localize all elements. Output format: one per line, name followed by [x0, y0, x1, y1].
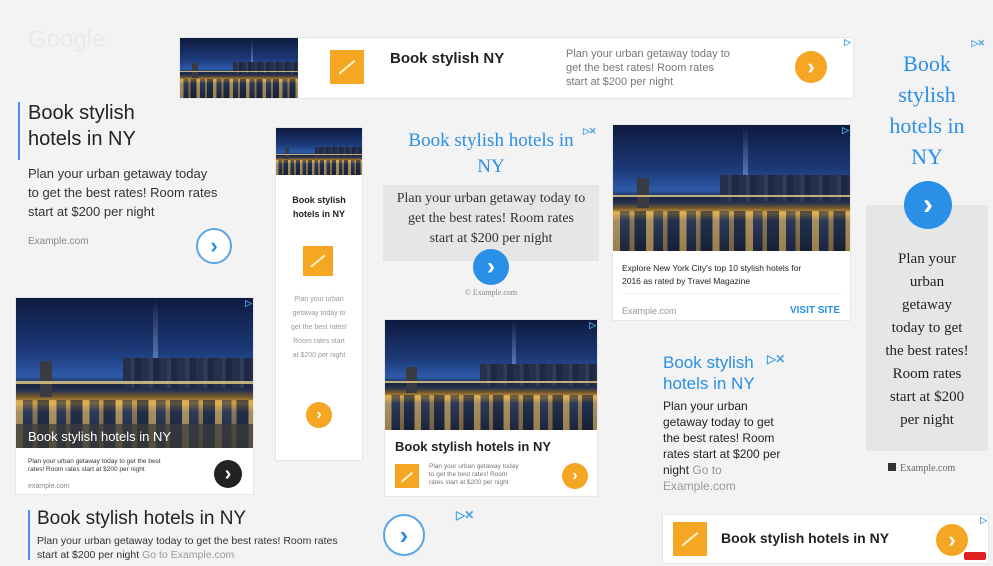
brand-logo-icon: [303, 246, 333, 276]
center-serif-ad[interactable]: Book stylish hotels in NY ▷✕ Plan your ur…: [383, 124, 599, 304]
center-image-ad[interactable]: ▷ Book stylish hotels in NY Plan your ur…: [385, 320, 597, 496]
hotel-photo: [276, 128, 362, 175]
ad-headline[interactable]: Book stylish hotels in NY: [28, 100, 136, 152]
hotel-photo: [180, 38, 298, 98]
ad-headline[interactable]: Book stylish hotels in NY: [395, 439, 551, 454]
adchoices-icon[interactable]: ▷: [589, 320, 596, 331]
ad-headline[interactable]: Book stylish hotels in NY: [383, 128, 599, 180]
divider: [622, 293, 841, 294]
visit-site-link[interactable]: VISIT SITE: [790, 305, 840, 316]
arrow-button[interactable]: ›: [196, 228, 232, 264]
brand-logo-icon: [395, 464, 419, 488]
hotel-photo: [613, 125, 850, 251]
bottom-text-banner[interactable]: Book stylish hotels in NY Plan your urba…: [28, 506, 474, 564]
narrow-skyscraper-ad[interactable]: Book stylish hotels in NY Plan your urban…: [276, 128, 362, 460]
ad-domain[interactable]: Example.com: [28, 236, 89, 247]
ad-headline[interactable]: Book stylish hotels in NY: [37, 508, 246, 530]
top-banner-ad[interactable]: Book stylish NY Plan your urban getaway …: [180, 38, 853, 98]
brand-logo-icon: [673, 522, 707, 556]
ad-body: Plan your urban getaway today to get the bes…: [885, 251, 969, 428]
accent-bar: [18, 102, 20, 160]
brand-logo-icon: [330, 50, 364, 84]
ad-body: Plan your urban getaway today to get the …: [566, 48, 730, 88]
ad-body: Plan your urban getaway today to get the …: [28, 166, 218, 219]
ad-headline[interactable]: Book stylish hotels in NY: [663, 352, 755, 394]
arrow-button[interactable]: ›: [214, 460, 242, 488]
arrow-button[interactable]: ›: [795, 51, 827, 83]
ad-body: Plan your urban getaway today to get the…: [28, 458, 161, 473]
adchoices-icon[interactable]: ▷: [245, 298, 252, 309]
adchoices-icon[interactable]: ▷✕: [767, 352, 785, 366]
accent-bar: [28, 510, 30, 560]
ad-domain[interactable]: example.com: [28, 483, 70, 490]
adchoices-icon[interactable]: ▷✕: [456, 508, 474, 522]
adchoices-icon[interactable]: ▷✕: [583, 126, 597, 137]
ad-domain[interactable]: © Example.com: [383, 288, 599, 297]
left-image-ad[interactable]: ▷ Book stylish hotels in NY Plan your ur…: [16, 298, 253, 494]
ad-body: Plan your urban getaway today to get the …: [429, 463, 519, 486]
arrow-button[interactable]: ›: [383, 514, 425, 556]
tall-serif-ad[interactable]: ▷✕ Book stylish hotels in NY › Plan your urb…: [866, 38, 988, 490]
adchoices-icon[interactable]: ▷: [844, 38, 851, 48]
ad-body: Plan your urban getaway today to get the…: [37, 535, 338, 561]
adchoices-icon[interactable]: ▷: [980, 515, 987, 526]
ad-description: Explore New York City's top 10 stylish h…: [622, 263, 802, 286]
arrow-button[interactable]: ›: [904, 181, 952, 229]
ad-headline[interactable]: Book stylish NY: [390, 50, 540, 68]
arrow-button[interactable]: ›: [306, 402, 332, 428]
ad-body: Plan your urban getaway today to get the b…: [290, 296, 348, 359]
ad-domain[interactable]: Example.com: [663, 478, 833, 494]
ad-domain[interactable]: Example.com: [622, 306, 677, 316]
arrow-button[interactable]: ›: [936, 524, 968, 556]
video-record-icon: [964, 552, 986, 560]
adchoices-icon[interactable]: ▷: [842, 125, 849, 136]
bottom-right-banner-ad[interactable]: Book stylish hotels in NY › ▷: [663, 515, 988, 563]
left-text-ad[interactable]: Book stylish hotels in NY Plan your urban…: [18, 100, 258, 270]
ad-domain[interactable]: Example.com: [888, 463, 955, 474]
ad-headline[interactable]: Book stylish hotels in NY: [721, 530, 889, 546]
ad-headline[interactable]: Book stylish hotels in NY: [276, 193, 362, 221]
favicon-icon: [888, 463, 896, 471]
arrow-button[interactable]: ›: [562, 463, 588, 489]
ad-headline[interactable]: Book stylish hotels in NY: [866, 48, 988, 172]
right-text-ad[interactable]: Book stylish hotels in NY ▷✕ Plan your ur…: [663, 348, 833, 498]
hotel-photo: [385, 320, 597, 430]
ad-headline[interactable]: Book stylish hotels in NY: [28, 429, 171, 444]
brand-watermark: Google: [28, 26, 106, 53]
explore-image-ad[interactable]: ▷ Explore New York City's top 10 stylish…: [613, 125, 850, 320]
ad-body: Plan your urban getaway today to get the b…: [663, 398, 833, 494]
arrow-button[interactable]: ›: [473, 249, 509, 285]
